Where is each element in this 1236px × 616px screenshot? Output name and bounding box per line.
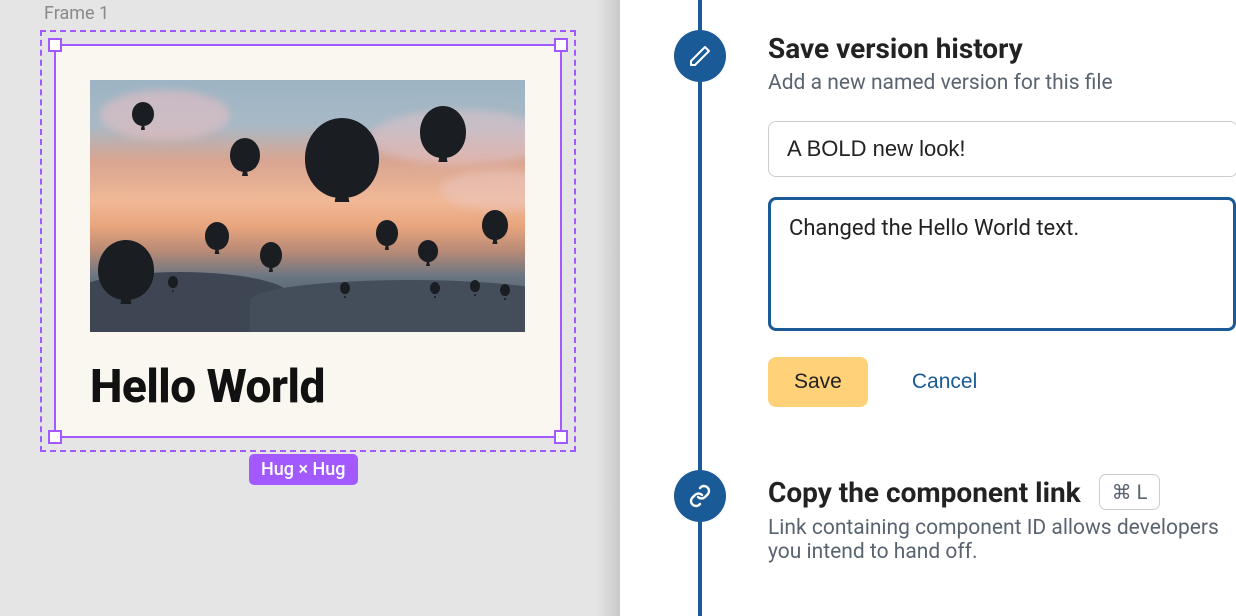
autolayout-size-badge: Hug × Hug (249, 454, 358, 485)
frame-label[interactable]: Frame 1 (44, 3, 109, 24)
instructions-pane: Save version history Add a new named ver… (620, 0, 1236, 616)
keyboard-shortcut-badge: ⌘ L (1099, 474, 1161, 510)
pane-shadow (596, 0, 620, 616)
timeline-line (698, 0, 702, 616)
copy-link-section: Copy the component link ⌘ L Link contain… (768, 474, 1236, 564)
card-title-text[interactable]: Hello World (90, 360, 526, 414)
resize-handle-top-left[interactable] (48, 38, 62, 52)
resize-handle-top-right[interactable] (554, 38, 568, 52)
canvas-pane: Frame 1 Hello World Hug × Hug (0, 0, 620, 616)
selected-frame[interactable]: Hello World (54, 44, 562, 438)
card-image (90, 80, 525, 332)
save-version-section: Save version history Add a new named ver… (768, 32, 1236, 407)
cancel-button[interactable]: Cancel (912, 370, 977, 394)
save-button[interactable]: Save (768, 357, 868, 407)
section-title: Copy the component link (768, 476, 1081, 509)
section-subtitle: Add a new named version for this file (768, 71, 1236, 95)
resize-handle-bottom-left[interactable] (48, 430, 62, 444)
section-title: Save version history (768, 32, 1236, 65)
pencil-icon (674, 30, 726, 82)
section-subtitle: Link containing component ID allows deve… (768, 516, 1236, 564)
link-icon (674, 470, 726, 522)
resize-handle-bottom-right[interactable] (554, 430, 568, 444)
version-name-input[interactable] (768, 121, 1236, 177)
version-description-input[interactable] (768, 197, 1236, 331)
